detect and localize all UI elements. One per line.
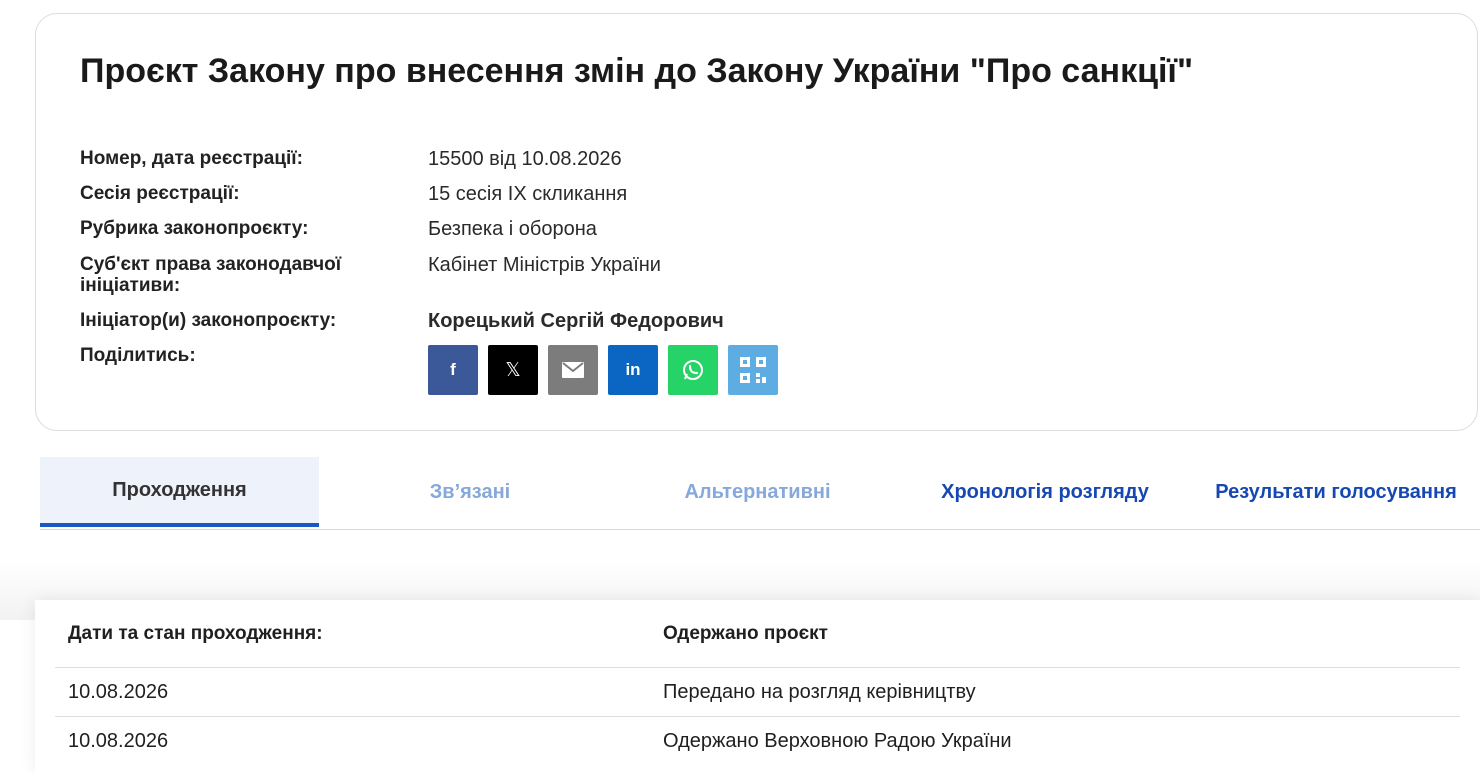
whatsapp-icon [683,360,703,380]
tab-bar: Проходження Зв’язані Альтернативні Хроно… [40,457,1480,530]
row-status: Передано на розгляд керівництву [663,680,976,703]
progress-header-status: Одержано проєкт [663,622,828,644]
share-row: Поділитись: f 𝕏 in [80,345,778,395]
share-whatsapp-button[interactable] [668,345,718,395]
facebook-icon: f [450,360,456,379]
tab-progress[interactable]: Проходження [40,457,319,527]
row-date: 10.08.2026 [68,729,169,752]
field-subject: Суб'єкт права законодавчої ініціативи: К… [80,254,661,296]
field-session: Сесія реєстрації: 15 сесія IX скликання [80,183,627,205]
table-row: 10.08.2026 Одержано Верховною Радою Укра… [55,717,1460,765]
progress-header-row: Дати та стан проходження: Одержано проєк… [55,600,1460,668]
field-label: Суб'єкт права законодавчої ініціативи: [80,254,342,296]
field-value: Безпека і оборона [428,218,597,240]
share-label: Поділитись: [80,345,196,366]
field-label: Сесія реєстрації: [80,183,240,204]
progress-panel: Дати та стан проходження: Одержано проєк… [35,600,1480,772]
share-email-button[interactable] [548,345,598,395]
field-registration: Номер, дата реєстрації: 15500 від 10.08.… [80,148,622,170]
share-buttons: f 𝕏 in [428,345,778,395]
tab-related: Зв’язані [429,480,511,503]
tab-chronology[interactable]: Хронологія розгляду [920,457,1170,527]
linkedin-icon: in [625,360,641,379]
table-row: 10.08.2026 Передано на розгляд керівницт… [55,668,1460,717]
qr-code-icon [740,357,766,383]
progress-header-dates: Дати та стан проходження: [68,622,323,644]
email-icon [562,362,584,378]
field-value: Кабінет Міністрів України [428,254,661,276]
field-value: 15 сесія IX скликання [428,183,628,205]
row-date: 10.08.2026 [68,680,169,703]
field-rubric: Рубрика законопроєкту: Безпека і оборона [80,218,597,240]
field-label: Номер, дата реєстрації: [80,148,303,169]
tab-voting-results[interactable]: Результати голосування [1210,457,1462,527]
share-facebook-button[interactable]: f [428,345,478,395]
initiator-link[interactable]: Корецький Сергій Федорович [428,310,724,332]
field-value: 15500 від 10.08.2026 [428,148,622,170]
share-linkedin-button[interactable]: in [608,345,658,395]
row-status: Одержано Верховною Радою України [663,729,1012,752]
tab-alternative: Альтернативні [684,480,831,503]
bill-info-card: Проєкт Закону про внесення змін до Закон… [35,13,1478,431]
share-x-button[interactable]: 𝕏 [488,345,538,395]
field-label: Ініціатор(и) законопроєкту: [80,310,337,331]
x-icon: 𝕏 [505,359,521,381]
share-qr-button[interactable] [728,345,778,395]
page-title: Проєкт Закону про внесення змін до Закон… [80,52,1194,90]
field-initiator: Ініціатор(и) законопроєкту: Корецький Се… [80,310,724,332]
field-label: Рубрика законопроєкту: [80,218,309,239]
